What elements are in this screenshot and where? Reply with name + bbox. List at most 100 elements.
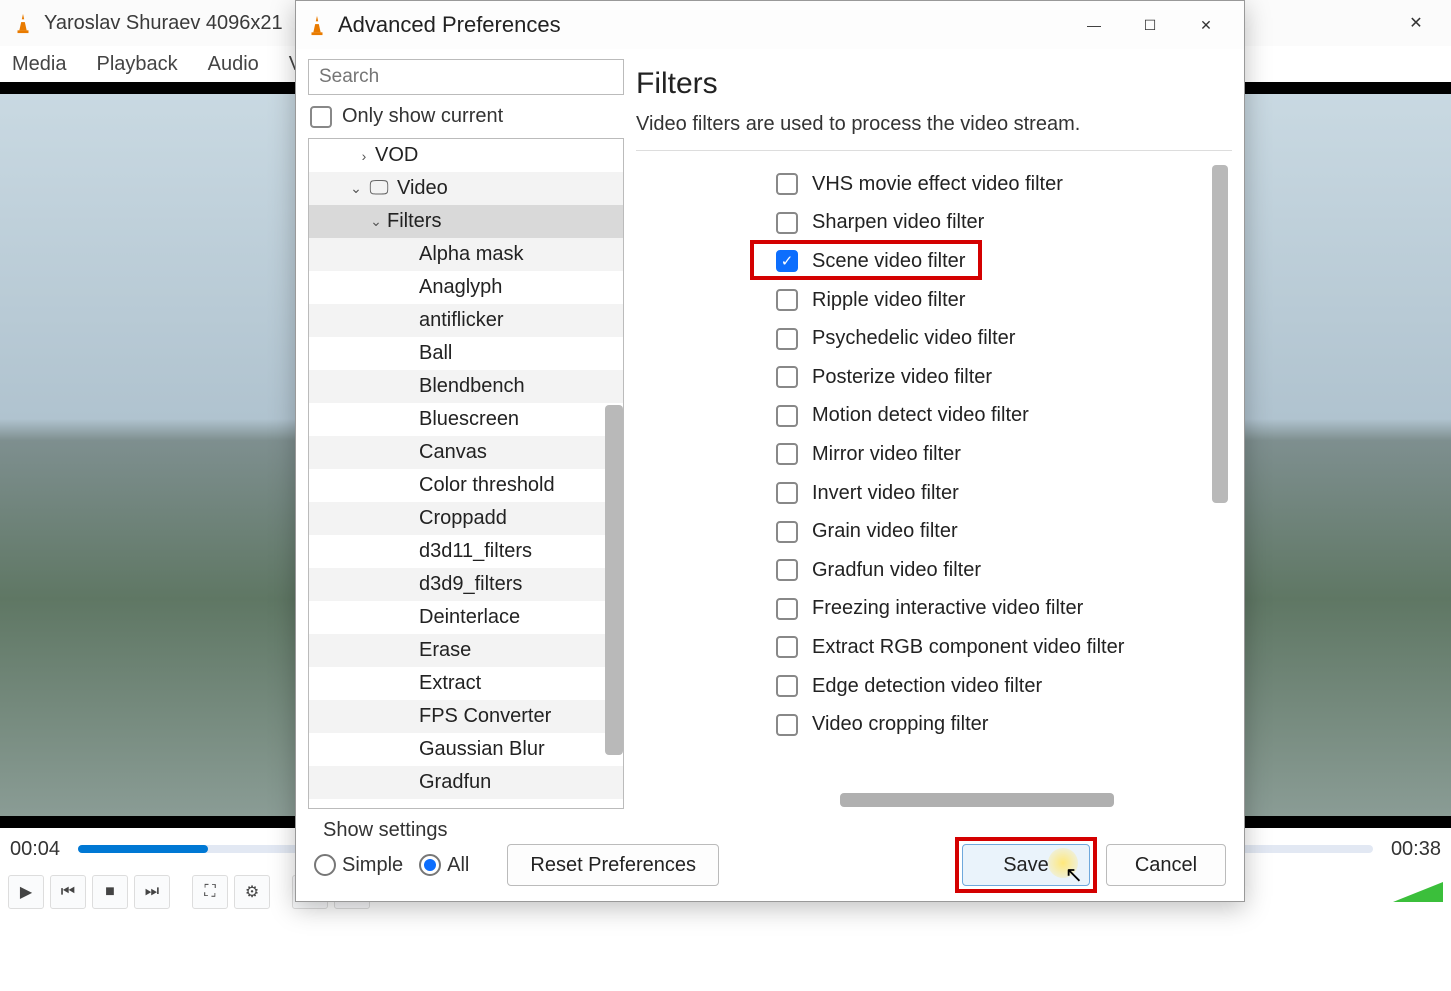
filter-list-wrap: er VHS movie effect video filterSharpen …	[636, 161, 1232, 809]
filter-checkbox-row[interactable]: Psychedelic video filter	[776, 319, 1232, 358]
save-button-wrap: Save ↖	[962, 844, 1090, 886]
filter-label: Freezing interactive video filter	[812, 597, 1083, 620]
filter-checkbox-row[interactable]: Sharpen video filter	[776, 204, 1232, 243]
dialog-close-button[interactable]: ✕	[1178, 5, 1234, 45]
tree-item[interactable]: d3d9_filters	[309, 568, 623, 601]
tree-item[interactable]: Gaussian Blur	[309, 733, 623, 766]
tree-item-video[interactable]: ⌄ 🖵 Video	[309, 172, 623, 205]
filter-label: Posterize video filter	[812, 366, 992, 389]
main-close-icon[interactable]: ✕	[1393, 0, 1439, 46]
checkbox-icon	[776, 212, 798, 234]
filter-label: Extract RGB component video filter	[812, 636, 1124, 659]
filter-checkbox-row[interactable]: Motion detect video filter	[776, 397, 1232, 436]
tree-label: Filters	[387, 210, 441, 233]
tree-item[interactable]: FPS Converter	[309, 700, 623, 733]
tree-scrollbar[interactable]	[605, 405, 623, 755]
only-show-current-checkbox[interactable]: Only show current	[310, 105, 622, 128]
filter-label: Motion detect video filter	[812, 404, 1029, 427]
video-icon: 🖵	[367, 177, 391, 201]
filter-label: Scene video filter	[812, 250, 965, 273]
ext-settings-button[interactable]: ⚙	[234, 875, 270, 909]
filter-checkbox-row[interactable]: VHS movie effect video filter	[776, 165, 1232, 204]
prev-button[interactable]: ⏮	[50, 875, 86, 909]
dialog-body: Only show current › VOD ⌄ 🖵 Video ⌄ F	[296, 49, 1244, 815]
filter-label: Mirror video filter	[812, 443, 961, 466]
save-button[interactable]: Save	[962, 844, 1090, 886]
tree-content: › VOD ⌄ 🖵 Video ⌄ Filters Alpha mask Ana…	[309, 139, 623, 799]
filter-checkbox-row[interactable]: Edge detection video filter	[776, 667, 1232, 706]
checkbox-icon	[310, 106, 332, 128]
checkbox-icon	[776, 289, 798, 311]
search-input[interactable]	[308, 59, 624, 95]
tree-item[interactable]: Canvas	[309, 436, 623, 469]
radio-all[interactable]	[419, 854, 441, 876]
filter-label: Psychedelic video filter	[812, 327, 1015, 350]
filter-checkbox-row[interactable]: ✓Scene video filter	[776, 242, 1232, 281]
tree-item[interactable]: Ball	[309, 337, 623, 370]
filter-hscrollbar[interactable]	[840, 793, 1114, 807]
checkbox-icon	[776, 559, 798, 581]
filter-checkbox-row[interactable]: Freezing interactive video filter	[776, 590, 1232, 629]
tree-item[interactable]: Croppadd	[309, 502, 623, 535]
checkbox-icon	[776, 675, 798, 697]
cancel-button[interactable]: Cancel	[1106, 844, 1226, 886]
menu-media[interactable]: Media	[6, 49, 72, 80]
checkbox-icon	[776, 328, 798, 350]
filter-label: Grain video filter	[812, 520, 958, 543]
dialog-minimize-button[interactable]: —	[1066, 5, 1122, 45]
dialog-titlebar: Advanced Preferences — ☐ ✕	[296, 1, 1244, 49]
play-button[interactable]: ▶	[8, 875, 44, 909]
tree-item[interactable]: Alpha mask	[309, 238, 623, 271]
tree-item-vod[interactable]: › VOD	[309, 139, 623, 172]
stop-button[interactable]: ■	[92, 875, 128, 909]
filter-checkbox-row[interactable]: Invert video filter	[776, 474, 1232, 513]
filter-checkbox-row[interactable]: Gradfun video filter	[776, 551, 1232, 590]
dialog-title: Advanced Preferences	[338, 12, 1066, 38]
filter-checkbox-row[interactable]: Mirror video filter	[776, 435, 1232, 474]
filter-checkbox-row[interactable]: Video cropping filter	[776, 705, 1232, 744]
dialog-maximize-button[interactable]: ☐	[1122, 5, 1178, 45]
menu-audio[interactable]: Audio	[202, 49, 265, 80]
radio-simple[interactable]	[314, 854, 336, 876]
checkbox-icon	[776, 636, 798, 658]
radio-simple-label: Simple	[342, 854, 403, 877]
filter-label: Ripple video filter	[812, 289, 965, 312]
filter-checkbox-row[interactable]: Posterize video filter	[776, 358, 1232, 397]
panel-description: Video filters are used to process the vi…	[636, 113, 1232, 136]
chevron-right-icon: ›	[353, 145, 375, 167]
tree-item[interactable]: Erase	[309, 634, 623, 667]
reset-preferences-button[interactable]: Reset Preferences	[507, 844, 719, 886]
panel-title: Filters	[636, 67, 1232, 101]
time-current: 00:04	[10, 838, 60, 861]
dialog-right-pane: Filters Video filters are used to proces…	[636, 59, 1232, 809]
tree-item[interactable]: Bluescreen	[309, 403, 623, 436]
tree-item[interactable]: Deinterlace	[309, 601, 623, 634]
next-button[interactable]: ⏭	[134, 875, 170, 909]
checkbox-icon	[776, 173, 798, 195]
fullscreen-button[interactable]: ⛶	[192, 875, 228, 909]
tree-item[interactable]: Gradfun	[309, 766, 623, 799]
tree-item[interactable]: Blendbench	[309, 370, 623, 403]
checkbox-icon	[776, 366, 798, 388]
menu-playback[interactable]: Playback	[90, 49, 183, 80]
checkbox-icon	[776, 482, 798, 504]
filter-label: Edge detection video filter	[812, 675, 1042, 698]
chevron-down-icon: ⌄	[365, 211, 387, 233]
tree-item-filters[interactable]: ⌄ Filters	[309, 205, 623, 238]
filter-label: VHS movie effect video filter	[812, 173, 1063, 196]
tree-item[interactable]: Extract	[309, 667, 623, 700]
divider	[636, 150, 1232, 151]
filter-checkbox-row[interactable]: Grain video filter	[776, 512, 1232, 551]
dialog-left-pane: Only show current › VOD ⌄ 🖵 Video ⌄ F	[308, 59, 624, 809]
filter-label: Gradfun video filter	[812, 559, 981, 582]
tree-item[interactable]: Color threshold	[309, 469, 623, 502]
show-settings-label: Show settings	[323, 819, 448, 842]
filter-vscrollbar[interactable]	[1212, 165, 1228, 503]
filter-checkbox-row[interactable]: Ripple video filter	[776, 281, 1232, 320]
tree-item[interactable]: d3d11_filters	[309, 535, 623, 568]
dialog-footer: Show settings Simple All Reset Preferenc…	[296, 815, 1244, 901]
tree-item[interactable]: antiflicker	[309, 304, 623, 337]
volume-indicator[interactable]	[1393, 880, 1443, 904]
filter-checkbox-row[interactable]: Extract RGB component video filter	[776, 628, 1232, 667]
tree-item[interactable]: Anaglyph	[309, 271, 623, 304]
